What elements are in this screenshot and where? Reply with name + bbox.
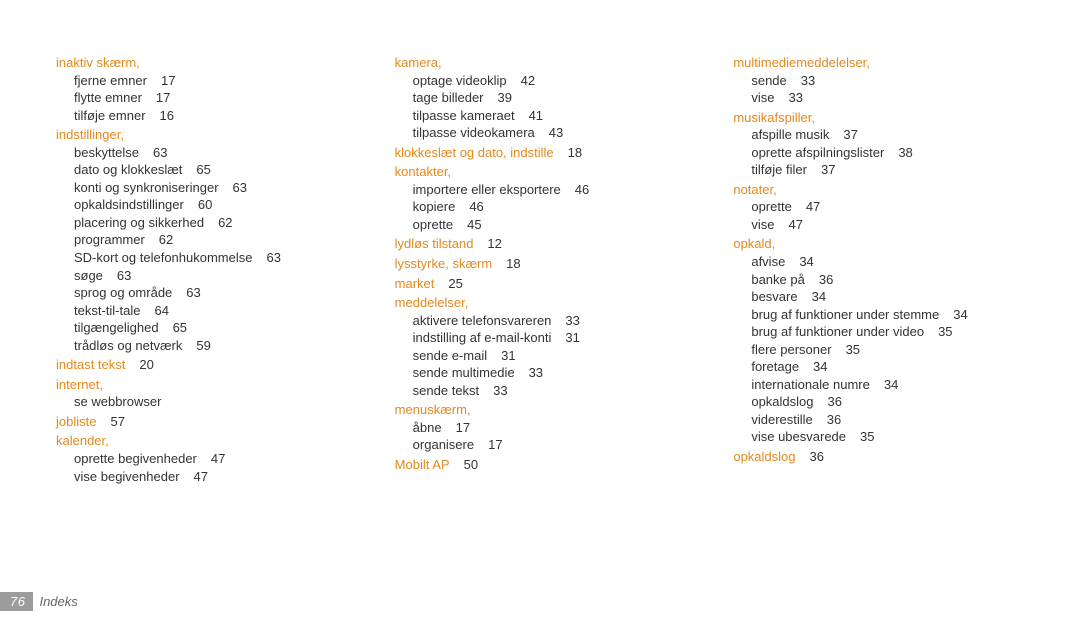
index-entry: tilpasse videokamera43 [413, 124, 686, 142]
heading-kontakter: kontakter, [395, 163, 686, 181]
heading-notater: notater, [733, 181, 1024, 199]
index-entry: oprette47 [751, 198, 1024, 216]
heading-market: market25 [395, 275, 686, 293]
heading-opkaldslog: opkaldslog36 [733, 448, 1024, 466]
index-entry: optage videoklip42 [413, 72, 686, 90]
index-entry: tilføje emner16 [74, 107, 347, 125]
index-entry: tilgængelighed65 [74, 319, 347, 337]
index-entry: konti og synkroniseringer63 [74, 179, 347, 197]
heading-internet: internet, [56, 376, 347, 394]
index-entry: oprette afspilningslister38 [751, 144, 1024, 162]
index-entry: brug af funktioner under stemme34 [751, 306, 1024, 324]
footer-title: Indeks [39, 594, 77, 609]
index-entry: fjerne emner17 [74, 72, 347, 90]
index-entry: sende33 [751, 72, 1024, 90]
index-entry: internationale numre34 [751, 376, 1024, 394]
index-entry: oprette begivenheder47 [74, 450, 347, 468]
heading-inaktiv-skaerm: inaktiv skærm, [56, 54, 347, 72]
index-entry: se webbrowser [74, 393, 347, 411]
column-1: inaktiv skærm, fjerne emner17 flytte emn… [56, 52, 347, 485]
index-entry: sende tekst33 [413, 382, 686, 400]
heading-lydlos: lydløs tilstand12 [395, 235, 686, 253]
column-3: multimediemeddelelser, sende33 vise33 mu… [733, 52, 1024, 485]
index-entry: kopiere46 [413, 198, 686, 216]
heading-musikafspiller: musikafspiller, [733, 109, 1024, 127]
index-entry: vise begivenheder47 [74, 468, 347, 486]
index-entry: søge63 [74, 267, 347, 285]
heading-meddelelser: meddelelser, [395, 294, 686, 312]
index-entry: åbne17 [413, 419, 686, 437]
index-entry: dato og klokkeslæt65 [74, 161, 347, 179]
index-entry: flere personer35 [751, 341, 1024, 359]
index-entry: importere eller eksportere46 [413, 181, 686, 199]
heading-indtast-tekst: indtast tekst20 [56, 356, 347, 374]
heading-lysstyrke: lysstyrke, skærm18 [395, 255, 686, 273]
index-entry: vise33 [751, 89, 1024, 107]
heading-jobliste: jobliste57 [56, 413, 347, 431]
index-entry: placering og sikkerhed62 [74, 214, 347, 232]
page-footer: 76 Indeks [0, 592, 78, 611]
index-entry: flytte emner17 [74, 89, 347, 107]
index-entry: sprog og område63 [74, 284, 347, 302]
heading-kalender: kalender, [56, 432, 347, 450]
index-entry: opkaldslog36 [751, 393, 1024, 411]
index-entry: tage billeder39 [413, 89, 686, 107]
index-entry: vise ubesvarede35 [751, 428, 1024, 446]
index-entry: vise47 [751, 216, 1024, 234]
index-entry: banke på36 [751, 271, 1024, 289]
index-entry: oprette45 [413, 216, 686, 234]
heading-kamera: kamera, [395, 54, 686, 72]
index-entry: tilføje filer37 [751, 161, 1024, 179]
index-entry: organisere17 [413, 436, 686, 454]
heading-mobilt-ap: Mobilt AP50 [395, 456, 686, 474]
index-entry: sende e-mail31 [413, 347, 686, 365]
index-entry: besvare34 [751, 288, 1024, 306]
index-page: inaktiv skærm, fjerne emner17 flytte emn… [0, 0, 1080, 485]
index-entry: foretage34 [751, 358, 1024, 376]
index-entry: beskyttelse63 [74, 144, 347, 162]
index-entry: indstilling af e-mail-konti31 [413, 329, 686, 347]
index-entry: aktivere telefonsvareren33 [413, 312, 686, 330]
index-entry: afspille musik37 [751, 126, 1024, 144]
page-number-badge: 76 [0, 592, 33, 611]
index-entry: viderestille36 [751, 411, 1024, 429]
index-entry: programmer62 [74, 231, 347, 249]
index-entry: trådløs og netværk59 [74, 337, 347, 355]
index-entry: opkaldsindstillinger60 [74, 196, 347, 214]
index-entry: SD-kort og telefonhukommelse63 [74, 249, 347, 267]
column-2: kamera, optage videoklip42 tage billeder… [395, 52, 686, 485]
heading-opkald: opkald, [733, 235, 1024, 253]
heading-multimediemeddelelser: multimediemeddelelser, [733, 54, 1024, 72]
heading-klokkeslaet: klokkeslæt og dato, indstille18 [395, 144, 686, 162]
index-entry: afvise34 [751, 253, 1024, 271]
heading-indstillinger: indstillinger, [56, 126, 347, 144]
index-entry: sende multimedie33 [413, 364, 686, 382]
index-entry: tekst-til-tale64 [74, 302, 347, 320]
index-entry: tilpasse kameraet41 [413, 107, 686, 125]
heading-menuskaerm: menuskærm, [395, 401, 686, 419]
index-entry: brug af funktioner under video35 [751, 323, 1024, 341]
